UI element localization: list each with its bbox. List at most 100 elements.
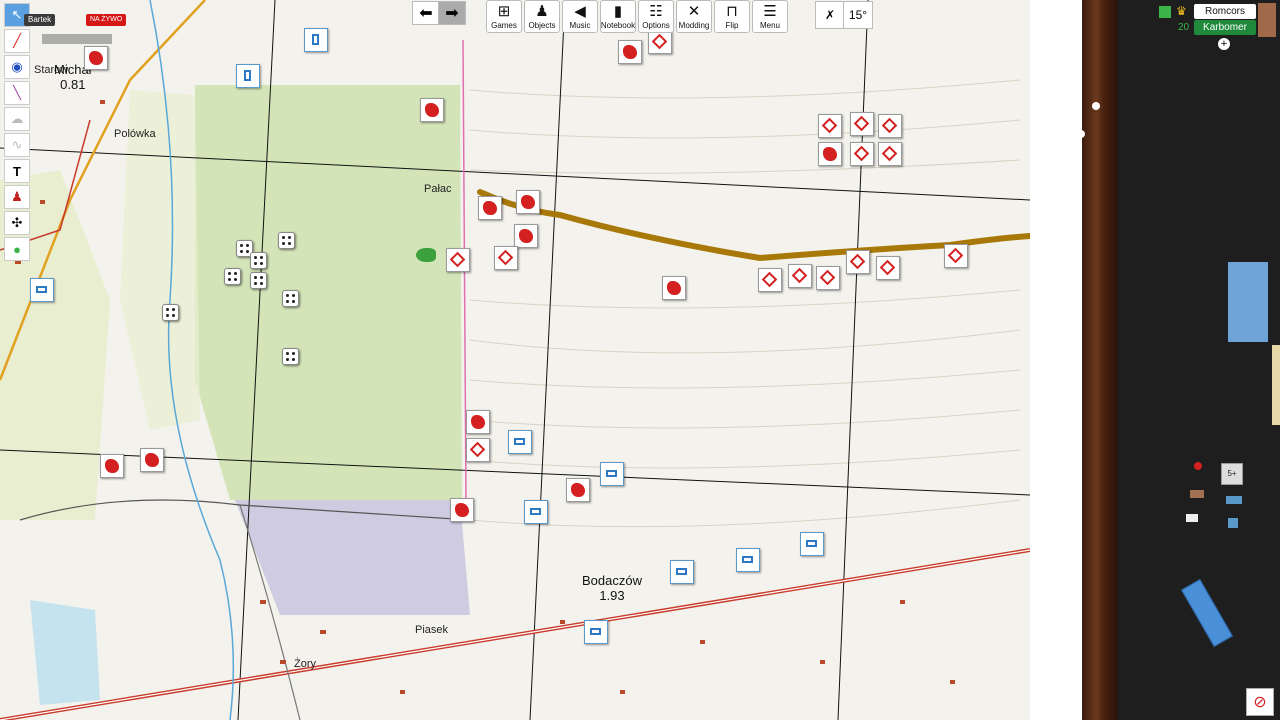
place-label-polowka: Polówka [114, 128, 156, 140]
enemy-marker-counter[interactable] [876, 256, 900, 280]
enemy-marker-counter[interactable] [466, 438, 490, 462]
line-tool-button[interactable]: ╱ [4, 29, 30, 53]
friendly-unit-counter[interactable] [670, 560, 694, 584]
enemy-unit-counter[interactable] [818, 142, 842, 166]
modifier-chip[interactable]: 5+ [1221, 463, 1243, 485]
enemy-unit-counter[interactable] [618, 40, 642, 64]
draw-tool-button[interactable]: ∿ [4, 133, 30, 157]
enemy-marker-counter[interactable] [494, 246, 518, 270]
flick-tool-button[interactable]: ● [4, 237, 30, 261]
enemy-marker-counter[interactable] [846, 250, 870, 274]
options-icon: ☷ [649, 3, 663, 20]
die[interactable] [162, 304, 179, 321]
die[interactable] [282, 290, 299, 307]
rotation-label: 15° [848, 8, 868, 22]
friendly-unit-counter[interactable] [30, 278, 54, 302]
music-label: Music [569, 21, 591, 30]
add-player-button[interactable]: + [1218, 38, 1230, 50]
friendly-unit-counter[interactable] [524, 500, 548, 524]
enemy-unit-counter[interactable] [450, 498, 474, 522]
block-button[interactable]: ⊘ [1246, 688, 1274, 716]
ruler-tool-button[interactable]: ╲ [4, 81, 30, 105]
enemy-unit-counter[interactable] [566, 478, 590, 502]
friendly-unit-counter[interactable] [584, 620, 608, 644]
enemy-unit-counter[interactable] [662, 276, 686, 300]
main-toolbar: ⊞ Games ♟ Objects ◀ Music ▮ Notebook ☷ Option… [486, 0, 788, 33]
enemy-unit-counter[interactable] [466, 410, 490, 434]
lift-icon: ✗ [824, 8, 836, 22]
enemy-unit-counter[interactable] [140, 448, 164, 472]
enemy-marker-counter[interactable] [788, 264, 812, 288]
ping-tool-button[interactable]: ◉ [4, 55, 30, 79]
enemy-marker-counter[interactable] [758, 268, 782, 292]
info-card[interactable] [1228, 262, 1268, 342]
player-icon [1159, 6, 1171, 18]
notebook-button[interactable]: ▮ Notebook [600, 0, 636, 33]
enemy-unit-counter[interactable] [514, 224, 538, 248]
enemy-marker-counter[interactable] [850, 112, 874, 136]
enemy-marker-counter[interactable] [878, 114, 902, 138]
token[interactable] [1228, 518, 1238, 528]
player-name-guest[interactable]: Karbomer [1194, 20, 1256, 35]
hidden-zone-marker [1092, 102, 1100, 110]
red-marker[interactable] [1194, 462, 1202, 470]
redo-button[interactable]: ➡ [438, 1, 466, 25]
zone-tool-button[interactable]: ☁ [4, 107, 30, 131]
terrain-map-graphic [0, 0, 1030, 720]
die[interactable] [224, 268, 241, 285]
enemy-marker-counter[interactable] [648, 30, 672, 54]
forbidden-icon: ⊘ [1253, 694, 1267, 711]
enemy-unit-counter[interactable] [84, 46, 108, 70]
enemy-unit-counter[interactable] [478, 196, 502, 220]
modding-label: Modding [678, 21, 710, 30]
enemy-marker-counter[interactable] [878, 142, 902, 166]
player-score: 20 [1178, 22, 1190, 33]
text-tool-button[interactable]: T [4, 159, 30, 183]
friendly-unit-counter[interactable] [800, 532, 824, 556]
plus-icon: + [1220, 38, 1228, 50]
enemy-unit-counter[interactable] [516, 190, 540, 214]
fan-tool-button[interactable]: ✣ [4, 211, 30, 235]
opacity-slider[interactable] [42, 34, 112, 44]
flip-button[interactable]: ⊓ Flip [714, 0, 750, 33]
music-button[interactable]: ◀ Music [562, 0, 598, 33]
objects-button[interactable]: ♟ Objects [524, 0, 560, 33]
enemy-unit-counter[interactable] [100, 454, 124, 478]
friendly-unit-counter[interactable] [236, 64, 260, 88]
town-value: 0.81 [60, 77, 86, 92]
token[interactable] [1226, 496, 1242, 504]
enemy-marker-counter[interactable] [944, 244, 968, 268]
friendly-unit-counter[interactable] [508, 430, 532, 454]
rotation-step-button[interactable]: 15° [843, 1, 873, 29]
menu-button[interactable]: ☰ Menu [752, 0, 788, 33]
die[interactable] [282, 348, 299, 365]
modding-button[interactable]: ✕ Modding [676, 0, 712, 33]
friendly-unit-counter[interactable] [736, 548, 760, 572]
options-button[interactable]: ☷ Options [638, 0, 674, 33]
menu-label: Menu [759, 21, 780, 30]
enemy-marker-counter[interactable] [816, 266, 840, 290]
music-icon: ◀ [574, 3, 586, 20]
player-name-host[interactable]: Romcors [1194, 4, 1256, 19]
place-label-zory: Żory [294, 658, 316, 670]
die[interactable] [278, 232, 295, 249]
die[interactable] [250, 252, 267, 269]
gravity-button[interactable]: ✗ [815, 1, 845, 29]
token[interactable] [1186, 514, 1198, 522]
token[interactable] [1190, 490, 1204, 498]
enemy-marker-counter[interactable] [446, 248, 470, 272]
friendly-unit-counter[interactable] [600, 462, 624, 486]
flip-label: Flip [725, 21, 739, 30]
avatar [1258, 3, 1276, 37]
friendly-unit-counter[interactable] [304, 28, 328, 52]
enemy-marker-counter[interactable] [850, 142, 874, 166]
games-button[interactable]: ⊞ Games [486, 0, 522, 33]
die[interactable] [250, 272, 267, 289]
enemy-unit-counter[interactable] [420, 98, 444, 122]
options-label: Options [642, 21, 670, 30]
enemy-marker-counter[interactable] [818, 114, 842, 138]
undo-button[interactable]: ⬅ [412, 1, 440, 25]
stamp-tool-button[interactable]: ♟ [4, 185, 30, 209]
games-icon: ⊞ [497, 3, 511, 20]
game-table-map[interactable]: Starow Michał 0.81 Polówka Pałac Bodaczó… [0, 0, 1030, 720]
